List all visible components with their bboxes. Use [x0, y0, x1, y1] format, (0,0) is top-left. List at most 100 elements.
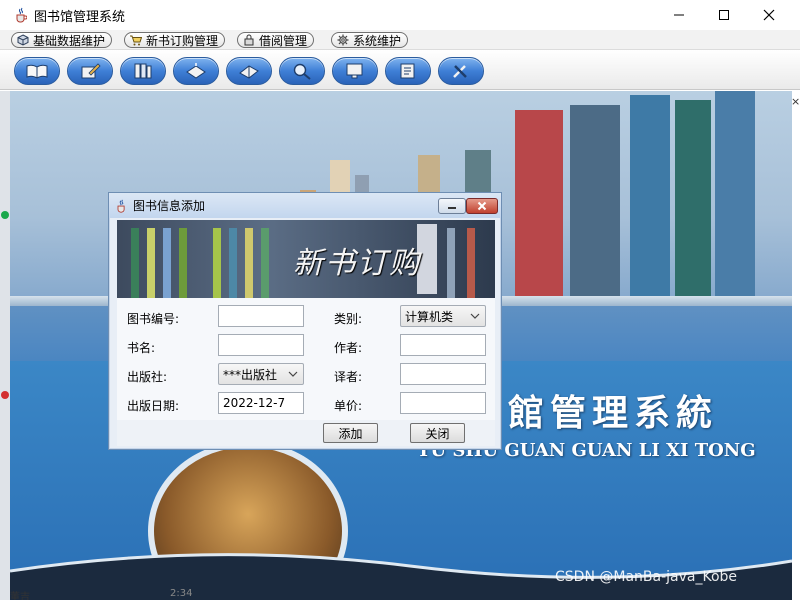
book-spine — [630, 95, 670, 300]
app-dot-icon — [1, 211, 9, 219]
cube-icon — [16, 34, 29, 46]
category-value: 计算机类 — [405, 309, 454, 324]
dialog-title: 图书信息添加 — [133, 199, 206, 213]
toolbar-button-search[interactable] — [279, 57, 325, 85]
isbn-input[interactable] — [218, 305, 304, 327]
pub-date-input[interactable]: 2022-12-7 — [218, 392, 304, 414]
banner-book — [245, 228, 253, 298]
close-icon — [763, 9, 775, 21]
menu-bar: 基础数据维护 新书订购管理 借阅管理 系统维护 — [0, 30, 800, 50]
title-bar: 图书馆管理系统 — [0, 0, 800, 30]
chevron-down-icon — [287, 368, 299, 380]
book-stack-icon — [239, 65, 259, 79]
lock-icon — [242, 34, 255, 46]
tools-icon — [453, 65, 467, 78]
java-cup-icon — [115, 199, 127, 213]
translator-label: 译者: — [334, 370, 363, 384]
monitor-icon — [346, 63, 363, 79]
open-book-icon — [26, 64, 48, 79]
name-input[interactable] — [218, 334, 304, 356]
brand-title: 館管理系統 — [508, 392, 719, 434]
price-input[interactable] — [400, 392, 486, 414]
translator-input[interactable] — [400, 363, 486, 385]
background-window-bottom: 董吉 2:34 — [10, 588, 210, 600]
background-time: 2:34 — [170, 588, 193, 599]
book-return-icon — [186, 63, 206, 79]
magnifier-icon — [293, 63, 311, 80]
toolbar-button-pen-book[interactable] — [67, 57, 113, 85]
author-input[interactable] — [400, 334, 486, 356]
isbn-label: 图书编号: — [127, 312, 180, 326]
toolbar-button-book-return[interactable] — [173, 57, 219, 85]
menu-label: 系统维护 — [353, 33, 402, 48]
gear-icon — [336, 34, 349, 46]
notepad-icon — [400, 63, 415, 79]
menu-label: 基础数据维护 — [33, 33, 106, 48]
toolbar-button-tools[interactable] — [438, 57, 484, 85]
chevron-down-icon — [469, 310, 481, 322]
book-spine — [675, 100, 711, 300]
toolbar-button-book-stack[interactable] — [226, 57, 272, 85]
banner-title: 新书订购 — [293, 246, 421, 281]
maximize-button[interactable] — [701, 0, 747, 30]
dialog-footer: 添加 关闭 — [117, 420, 495, 446]
dialog-title-bar[interactable]: 图书信息添加 — [109, 193, 501, 218]
banner-book — [147, 228, 155, 298]
book-form: 图书编号: 类别: 计算机类 书名: 作者: 出版社: ***出版社 译者: 出… — [117, 298, 495, 420]
banner-book — [163, 228, 171, 298]
window-title: 图书馆管理系统 — [34, 9, 126, 25]
menu-basic-data[interactable]: 基础数据维护 — [11, 32, 113, 48]
minimize-icon — [674, 14, 684, 16]
java-cup-icon — [14, 7, 28, 23]
publisher-value: ***出版社 — [223, 367, 278, 382]
toolbar-button-notepad[interactable] — [385, 57, 431, 85]
publisher-label: 出版社: — [127, 370, 168, 384]
background-close-icon: × — [791, 95, 800, 108]
watermark: CSDN @ManBa-java_Kobe — [555, 569, 738, 585]
dialog-close-button[interactable] — [466, 198, 498, 214]
app-dot-icon — [1, 391, 9, 399]
dialog-banner: 新书订购 — [117, 220, 495, 298]
pub-date-label: 出版日期: — [127, 399, 180, 413]
toolbar-button-monitor[interactable] — [332, 57, 378, 85]
background-window-edge — [0, 91, 10, 600]
background-text: 董吉 — [10, 592, 30, 600]
category-select[interactable]: 计算机类 — [400, 305, 486, 327]
menu-new-book-order[interactable]: 新书订购管理 — [124, 32, 226, 48]
banner-book — [467, 228, 475, 298]
cart-icon — [129, 34, 142, 46]
publisher-select[interactable]: ***出版社 — [218, 363, 304, 385]
category-label: 类别: — [334, 312, 363, 326]
menu-borrow[interactable]: 借阅管理 — [237, 32, 315, 48]
close-button[interactable] — [746, 0, 792, 30]
banner-book — [261, 228, 269, 298]
toolbar — [0, 50, 800, 90]
banner-book — [229, 228, 237, 298]
minimize-button[interactable] — [656, 0, 702, 30]
author-label: 作者: — [334, 341, 363, 355]
book-spine — [715, 91, 755, 300]
banner-book — [213, 228, 221, 298]
banner-book — [179, 228, 187, 298]
book-spine — [515, 110, 563, 300]
dialog-minimize-button[interactable] — [438, 198, 466, 214]
pen-book-icon — [81, 63, 101, 79]
banner-book — [131, 228, 139, 298]
book-spine — [570, 105, 620, 300]
menu-label: 借阅管理 — [259, 33, 308, 48]
close-dialog-button[interactable]: 关闭 — [410, 423, 465, 443]
maximize-icon — [719, 10, 729, 20]
menu-label: 新书订购管理 — [146, 33, 219, 48]
name-label: 书名: — [127, 341, 156, 355]
minimize-icon — [448, 207, 456, 209]
toolbar-button-books[interactable] — [120, 57, 166, 85]
close-icon — [477, 201, 487, 211]
toolbar-button-open-book[interactable] — [14, 57, 60, 85]
banner-book — [447, 228, 455, 298]
app-window: 图书馆管理系统 基础数据维护 新书订购管理 借阅管理 系统维护 館管理系統 TU… — [0, 0, 800, 600]
books-icon — [134, 63, 152, 79]
book-add-dialog: 图书信息添加 新书订购 图书编号: 类别: 计算机类 书名: 作者: 出版社: … — [108, 192, 502, 450]
price-label: 单价: — [334, 399, 363, 413]
add-button[interactable]: 添加 — [323, 423, 378, 443]
menu-system[interactable]: 系统维护 — [331, 32, 409, 48]
